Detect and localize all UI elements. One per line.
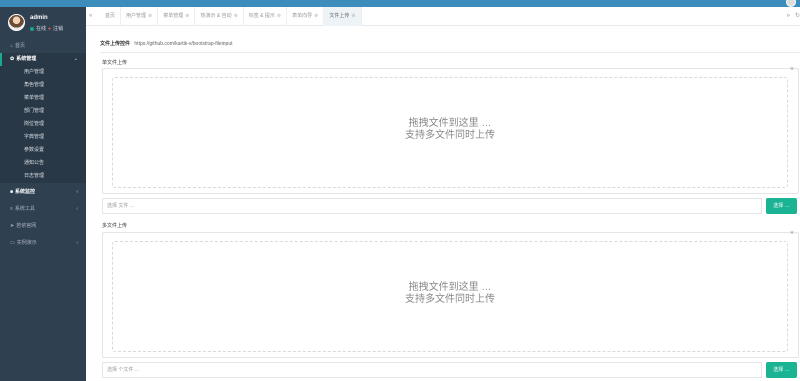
close-icon[interactable]: ⊗ <box>148 7 152 26</box>
chevron-left-icon: ‹ <box>76 206 78 212</box>
sidebar-item-system-manage[interactable]: ✿ 系统管理 ⌄ <box>0 53 86 66</box>
tabs-scroll-left-icon[interactable]: « <box>89 7 92 26</box>
sidebar-item-label: 若依官网 <box>16 223 37 229</box>
bars-icon: ≡ <box>10 206 13 212</box>
tabs-scroll-right-icon[interactable]: » <box>787 7 790 26</box>
sidebar-subitem-posts[interactable]: 岗位管理 <box>0 118 86 131</box>
multi-upload-preview: × 拖拽文件到这里 … 支持多文件同时上传 <box>102 230 799 358</box>
user-avatar[interactable] <box>8 14 25 31</box>
logout-link[interactable]: 注销 <box>53 25 63 32</box>
tab-label: 文件上传 <box>329 13 350 19</box>
tab-label: 菜单管理 <box>163 13 184 19</box>
close-icon[interactable]: ⊗ <box>314 7 318 26</box>
single-browse-button[interactable]: 选择 … <box>766 198 797 214</box>
sidebar-subitem-menus[interactable]: 菜单管理 <box>0 92 86 105</box>
sidebar-menu: ⌂ 首页 ✿ 系统管理 ⌄ 用户管理 角色管理 菜单管理 部门管理 岗位管理 字… <box>0 40 86 250</box>
desktop-icon: ▭ <box>10 240 15 246</box>
sidebar-item-label: 首页 <box>15 43 26 49</box>
tab-label: 用户管理 <box>126 13 147 19</box>
sidebar-item-official-site[interactable]: ➤ 若依官网 <box>0 220 86 233</box>
close-icon[interactable]: ⊗ <box>234 7 238 26</box>
sidebar-item-label: 系统工具 <box>14 206 35 212</box>
sidebar-subitem-logs[interactable]: 日志管理 <box>0 170 86 183</box>
single-dropzone[interactable]: 拖拽文件到这里 … 支持多文件同时上传 <box>112 77 788 188</box>
paper-plane-icon: ➤ <box>10 223 15 229</box>
user-panel: admin 在线 ● 注销 <box>0 7 86 38</box>
single-file-caption-input[interactable]: 选择 文件 ... <box>102 198 762 214</box>
page-url-link[interactable]: https://github.com/kartik-v/bootstrap-fi… <box>134 41 232 47</box>
tab-label: 标签 & 提示 <box>248 13 275 19</box>
user-name: admin <box>30 15 48 21</box>
tab-label: 表单向导 <box>292 13 313 19</box>
chevron-left-icon: ‹ <box>76 189 78 195</box>
tabs-bar: « 首页 用户管理 ⊗ 菜单管理 ⊗ 热演示 & 自动 ⊗ 标签 & 提示 ⊗ … <box>86 7 800 26</box>
user-status: 在线 ● 注销 <box>30 25 63 32</box>
chevron-down-icon: ⌄ <box>73 56 78 62</box>
close-icon[interactable]: ⊗ <box>351 7 355 26</box>
online-status-icon <box>30 26 34 31</box>
chevron-left-icon: ‹ <box>76 240 78 246</box>
tab-demo-auto[interactable]: 热演示 & 自动 ⊗ <box>195 7 244 26</box>
main-content: 文件上传控件 https://github.com/kartik-v/boots… <box>86 26 800 381</box>
sidebar-item-label: 实例演示 <box>16 240 37 246</box>
tab-label: 热演示 & 自动 <box>200 13 232 19</box>
multi-file-caption-input[interactable]: 选择 个文件 ... <box>102 362 762 378</box>
logout-icon[interactable]: ● <box>48 26 51 32</box>
video-icon: ■ <box>10 189 14 195</box>
top-navbar <box>0 0 800 7</box>
sidebar-item-system-tools[interactable]: ≡ 系统工具 ‹ <box>0 203 86 216</box>
title-divider <box>100 52 800 53</box>
multi-dropzone[interactable]: 拖拽文件到这里 … 支持多文件同时上传 <box>112 241 788 352</box>
sidebar-item-label: 系统监控 <box>15 189 36 195</box>
tab-form-wizard[interactable]: 表单向导 ⊗ <box>287 7 325 26</box>
tab-tags-tips[interactable]: 标签 & 提示 ⊗ <box>244 7 288 26</box>
multi-upload-label: 多文件上传 <box>102 223 128 229</box>
tab-menu-manage[interactable]: 菜单管理 ⊗ <box>158 7 196 26</box>
sidebar-subitem-roles[interactable]: 角色管理 <box>0 79 86 92</box>
close-icon[interactable]: × <box>790 66 794 73</box>
multi-browse-button[interactable]: 选择 … <box>766 362 797 378</box>
tab-user-manage[interactable]: 用户管理 ⊗ <box>121 7 159 26</box>
home-icon: ⌂ <box>10 43 14 49</box>
dropzone-text-primary: 拖拽文件到这里 … <box>408 118 492 129</box>
dropzone-text-secondary: 支持多文件同时上传 <box>405 294 495 305</box>
close-icon[interactable]: ⊗ <box>277 7 281 26</box>
tabs-refresh-icon[interactable]: ↻ <box>795 7 800 26</box>
single-upload-preview: × 拖拽文件到这里 … 支持多文件同时上传 <box>102 66 799 194</box>
gear-icon: ✿ <box>10 56 15 62</box>
page-tabs: 首页 用户管理 ⊗ 菜单管理 ⊗ 热演示 & 自动 ⊗ 标签 & 提示 ⊗ 表单… <box>100 7 362 26</box>
navbar-avatar[interactable] <box>786 0 796 7</box>
system-manage-submenu: 用户管理 角色管理 菜单管理 部门管理 岗位管理 字典管理 参数设置 通知公告 … <box>0 66 86 183</box>
single-upload-label: 单文件上传 <box>102 60 128 66</box>
page-title: 文件上传控件 https://github.com/kartik-v/boots… <box>100 40 233 47</box>
close-icon[interactable]: ⊗ <box>185 7 189 26</box>
sidebar-subitem-config[interactable]: 参数设置 <box>0 144 86 157</box>
sidebar-item-label: 系统管理 <box>16 56 37 62</box>
tab-home[interactable]: 首页 <box>100 7 122 26</box>
tab-label: 首页 <box>105 13 116 19</box>
sidebar-subitem-notice[interactable]: 通知公告 <box>0 157 86 170</box>
sidebar-item-demo[interactable]: ▭ 实例演示 ‹ <box>0 237 86 250</box>
page-title-text: 文件上传控件 <box>100 41 131 47</box>
close-icon[interactable]: × <box>790 230 794 237</box>
dropzone-text-primary: 拖拽文件到这里 … <box>408 282 492 293</box>
sidebar-subitem-dicts[interactable]: 字典管理 <box>0 131 86 144</box>
online-label: 在线 <box>36 26 47 32</box>
sidebar-item-system-monitor[interactable]: ■ 系统监控 ‹ <box>0 186 86 199</box>
sidebar-item-home[interactable]: ⌂ 首页 <box>0 40 86 53</box>
tab-file-upload[interactable]: 文件上传 ⊗ <box>324 7 362 26</box>
dropzone-text-secondary: 支持多文件同时上传 <box>405 130 495 141</box>
sidebar-subitem-users[interactable]: 用户管理 <box>0 66 86 79</box>
sidebar: admin 在线 ● 注销 ⌂ 首页 ✿ 系统管理 ⌄ 用户管理 角色管理 菜单… <box>0 7 86 381</box>
sidebar-subitem-depts[interactable]: 部门管理 <box>0 105 86 118</box>
